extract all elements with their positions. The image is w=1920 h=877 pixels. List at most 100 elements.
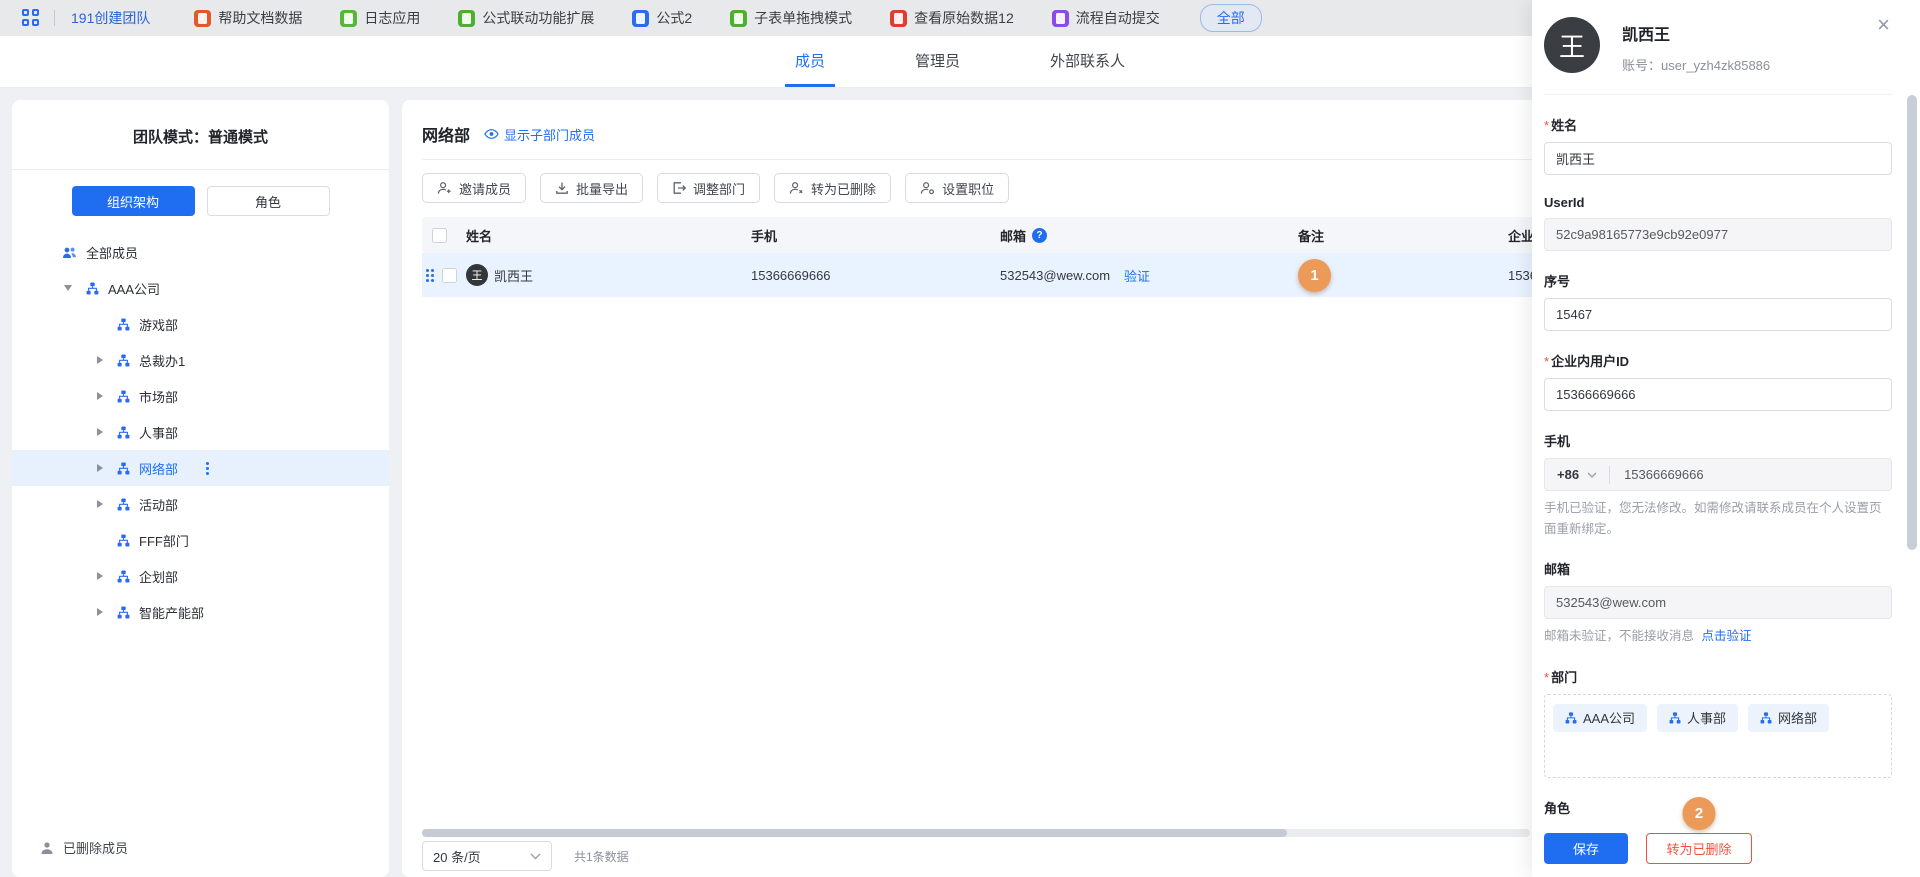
dept-tag[interactable]: AAA公司 (1553, 704, 1647, 732)
app-tab[interactable]: 日志应用 (340, 8, 420, 28)
app-flow-icon (1052, 10, 1069, 27)
tree-item-company[interactable]: AAA公司 (12, 270, 389, 306)
sidebar-switch: 组织架构 角色 (12, 186, 389, 216)
app-launcher-icon[interactable] (22, 9, 40, 27)
chevron-right-icon[interactable] (97, 572, 103, 580)
department-icon (117, 462, 130, 475)
move-to-deleted-button[interactable]: 转为已删除 (774, 173, 891, 203)
panel-actions: 保存 转为已删除 2 (1544, 833, 1892, 864)
verify-link[interactable]: 验证 (1124, 266, 1150, 285)
tree-item-dept[interactable]: 总裁办1 (12, 342, 389, 378)
click-verify-link[interactable]: 点击验证 (1702, 629, 1752, 643)
chevron-right-icon[interactable] (97, 428, 103, 436)
app-tab[interactable]: 公式2 (632, 8, 692, 28)
userid-field-label: UserId (1544, 195, 1892, 210)
role-button[interactable]: 角色 (207, 186, 330, 216)
adjust-department-button[interactable]: 调整部门 (657, 173, 760, 203)
member-email: 532543@wew.com (1000, 268, 1110, 283)
chevron-right-icon[interactable] (97, 464, 103, 472)
dept-tag[interactable]: 网络部 (1748, 704, 1829, 732)
col-email: 邮箱 ? (1000, 226, 1298, 245)
app-log-icon (340, 10, 357, 27)
department-title: 网络部 (422, 122, 470, 146)
chevron-right-icon[interactable] (97, 392, 103, 400)
tab-admins[interactable]: 管理员 (905, 36, 970, 87)
tree-item-all-members[interactable]: 全部成员 (12, 234, 389, 270)
horizontal-scrollbar[interactable] (422, 829, 1530, 837)
set-position-button[interactable]: 设置职位 (905, 173, 1009, 203)
pagination: 20 条/页 共1条数据 (422, 841, 629, 871)
drag-handle-icon[interactable] (426, 269, 434, 282)
app-root: 191创建团队 帮助文档数据 日志应用 公式联动功能扩展 公式2 子表单拖拽模式… (0, 0, 1920, 877)
tree-item-dept[interactable]: 人事部 (12, 414, 389, 450)
seq-field-label: 序号 (1544, 271, 1892, 290)
dept-tag[interactable]: 人事部 (1657, 704, 1738, 732)
to-deleted-button[interactable]: 转为已删除 2 (1646, 833, 1752, 864)
tree-item-dept[interactable]: 企划部 (12, 558, 389, 594)
name-input[interactable]: 凯西王 (1544, 142, 1892, 175)
email-field-label: 邮箱 (1544, 559, 1892, 578)
name-field-label: *姓名 (1544, 115, 1892, 134)
col-name: 姓名 (466, 226, 751, 245)
member-name: 凯西王 (494, 266, 533, 285)
tree-item-dept[interactable]: 游戏部 (12, 306, 389, 342)
annotation-badge-1: 1 (1298, 259, 1331, 292)
seq-input[interactable]: 15467 (1544, 298, 1892, 331)
department-icon (117, 606, 130, 619)
chevron-down-icon[interactable] (64, 285, 72, 291)
org-structure-button[interactable]: 组织架构 (72, 186, 195, 216)
app-tab[interactable]: 帮助文档数据 (194, 8, 302, 28)
member-account: 账号：user_yzh4zk85886 (1622, 55, 1770, 74)
tree-item-dept[interactable]: 市场部 (12, 378, 389, 414)
email-input: 532543@wew.com (1544, 586, 1892, 619)
workspace-title[interactable]: 191创建团队 (71, 8, 150, 28)
app-tab[interactable]: 公式联动功能扩展 (458, 8, 594, 28)
col-note: 备注 (1298, 226, 1508, 245)
corp-uid-field-label: *企业内用户ID (1544, 351, 1892, 370)
chevron-right-icon[interactable] (97, 356, 103, 364)
all-apps-button[interactable]: 全部 (1200, 4, 1262, 32)
move-box-icon (672, 181, 686, 195)
col-phone: 手机 (751, 226, 1000, 245)
avatar: 王 (1544, 17, 1600, 73)
dept-field-label: *部门 (1544, 667, 1892, 686)
app-tab[interactable]: 流程自动提交 (1052, 8, 1160, 28)
country-code-select[interactable]: +86 (1545, 467, 1609, 482)
select-all-checkbox[interactable] (432, 228, 447, 243)
batch-export-button[interactable]: 批量导出 (540, 173, 643, 203)
chevron-right-icon[interactable] (97, 500, 103, 508)
tab-members[interactable]: 成员 (785, 36, 835, 87)
invite-member-button[interactable]: 邀请成员 (422, 173, 526, 203)
row-checkbox[interactable] (442, 268, 457, 283)
person-icon (40, 841, 54, 855)
show-sub-dept-link[interactable]: 显示子部门成员 (484, 125, 595, 144)
tree-item-dept-selected[interactable]: 网络部 (12, 450, 389, 486)
chevron-right-icon[interactable] (97, 608, 103, 616)
close-icon[interactable]: × (1877, 14, 1890, 36)
tree-item-dept[interactable]: 智能产能部 (12, 594, 389, 630)
app-doc-icon (194, 10, 211, 27)
deleted-members-link[interactable]: 已删除成员 (40, 838, 128, 857)
tree-item-dept[interactable]: FFF部门 (12, 522, 389, 558)
app-tab[interactable]: 查看原始数据12 (890, 8, 1014, 28)
page-size-select[interactable]: 20 条/页 (422, 841, 552, 871)
department-picker[interactable]: AAA公司 人事部 网络部 (1544, 694, 1892, 778)
tab-external-contacts[interactable]: 外部联系人 (1040, 36, 1135, 87)
org-tree: 全部成员 AAA公司 游戏部 总裁办1 市场部 (12, 234, 389, 630)
userid-input: 52c9a98165773e9cb92e0977 (1544, 218, 1892, 251)
tree-item-dept[interactable]: 活动部 (12, 486, 389, 522)
department-icon (117, 318, 130, 331)
person-add-icon (437, 181, 452, 195)
more-options-icon[interactable] (206, 462, 209, 475)
chevron-down-icon (1587, 472, 1597, 478)
panel-scrollbar[interactable] (1907, 95, 1917, 550)
save-button[interactable]: 保存 (1544, 833, 1628, 864)
scrollbar-thumb[interactable] (422, 829, 1287, 837)
department-icon (117, 426, 130, 439)
phone-input-group: +86 15366669666 (1544, 458, 1892, 491)
app-subform-icon (730, 10, 747, 27)
phone-help-text: 手机已验证，您无法修改。如需修改请联系成员在个人设置页面重新绑定。 (1544, 498, 1892, 539)
corp-uid-input[interactable]: 15366669666 (1544, 378, 1892, 411)
app-tab[interactable]: 子表单拖拽模式 (730, 8, 852, 28)
help-icon[interactable]: ? (1032, 228, 1047, 243)
